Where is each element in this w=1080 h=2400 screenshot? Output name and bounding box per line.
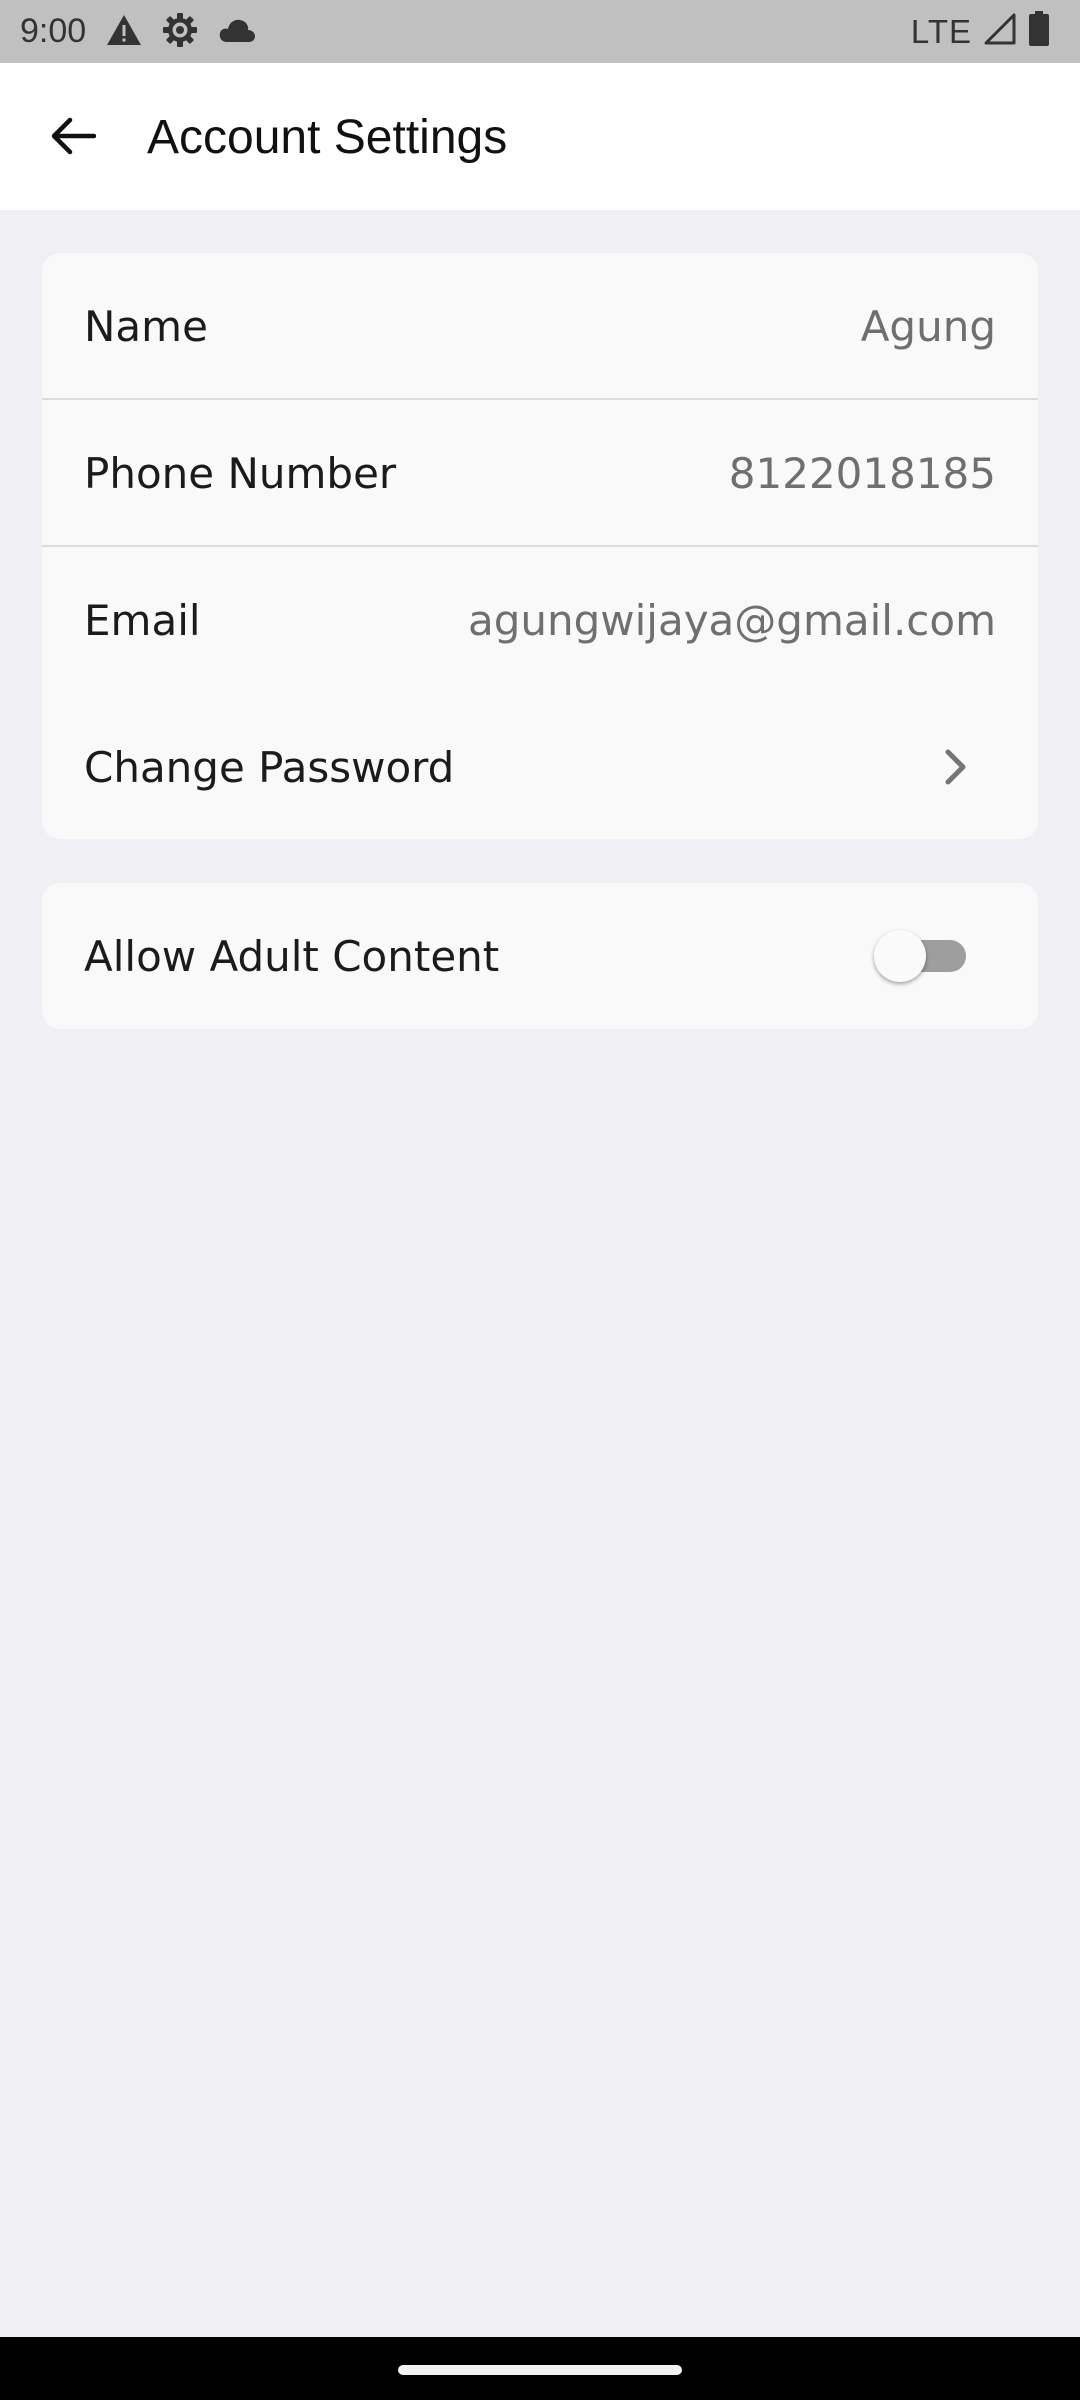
name-value: Agung: [860, 302, 996, 351]
navigation-bar: [0, 2337, 1080, 2400]
status-notification-icons: [106, 12, 256, 53]
cloud-icon: [218, 17, 256, 48]
home-indicator[interactable]: [398, 2365, 682, 2375]
status-time: 9:00: [20, 12, 87, 50]
adult-content-toggle[interactable]: [874, 930, 966, 982]
settings-gear-icon: [162, 12, 198, 53]
app-bar: Account Settings: [0, 63, 1080, 210]
chevron-right-icon: [932, 744, 978, 790]
change-password-row[interactable]: Change Password: [42, 694, 1038, 839]
status-bar: 9:00 LTE: [0, 0, 1080, 63]
page-title: Account Settings: [147, 111, 508, 164]
email-row[interactable]: Email agungwijaya@gmail.com: [42, 547, 1038, 694]
status-system-icons: LTE: [911, 10, 1050, 53]
account-info-card: Name Agung Phone Number 8122018185 Email…: [42, 253, 1038, 839]
phone-number-label: Phone Number: [84, 449, 397, 498]
phone-number-value: 8122018185: [728, 449, 996, 498]
battery-icon: [1028, 11, 1050, 52]
change-password-label: Change Password: [84, 743, 455, 792]
adult-content-label: Allow Adult Content: [84, 932, 500, 981]
signal-icon: [984, 13, 1016, 50]
content-settings-card: Allow Adult Content: [42, 883, 1038, 1029]
toggle-thumb: [874, 930, 926, 982]
warning-icon: [106, 14, 142, 51]
phone-number-row[interactable]: Phone Number 8122018185: [42, 400, 1038, 547]
network-type: LTE: [910, 12, 972, 50]
back-button[interactable]: [38, 103, 108, 173]
adult-content-row: Allow Adult Content: [42, 883, 1038, 1029]
email-value: agungwijaya@gmail.com: [467, 596, 996, 645]
name-label: Name: [84, 302, 208, 351]
email-label: Email: [84, 596, 201, 645]
name-row[interactable]: Name Agung: [42, 253, 1038, 400]
back-arrow-icon: [50, 116, 97, 160]
